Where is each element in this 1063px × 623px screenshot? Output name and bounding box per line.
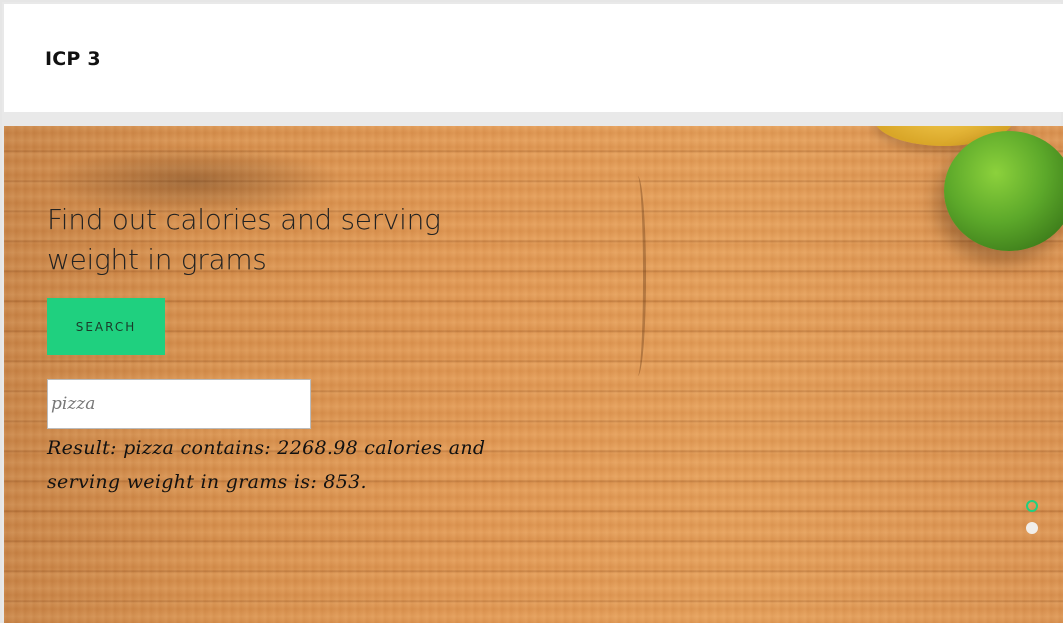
food-search-input[interactable]: pizza: [47, 379, 311, 429]
slider-dot-1[interactable]: [1026, 500, 1038, 512]
hero-headline: Find out calories and serving weight in …: [47, 203, 441, 276]
slider-dot-2[interactable]: [1026, 522, 1038, 534]
search-button[interactable]: SEARCH: [47, 298, 165, 355]
page-frame: ICP 3 Find out calories and serving weig…: [0, 0, 1063, 623]
site-header: ICP 3: [4, 4, 1063, 112]
site-brand[interactable]: ICP 3: [45, 48, 101, 70]
result-text: Result: pizza contains: 2268.98 calories…: [47, 437, 486, 493]
slider-dots: [1026, 500, 1040, 544]
lime-image: [944, 131, 1063, 251]
hero-section: Find out calories and serving weight in …: [4, 126, 1063, 623]
